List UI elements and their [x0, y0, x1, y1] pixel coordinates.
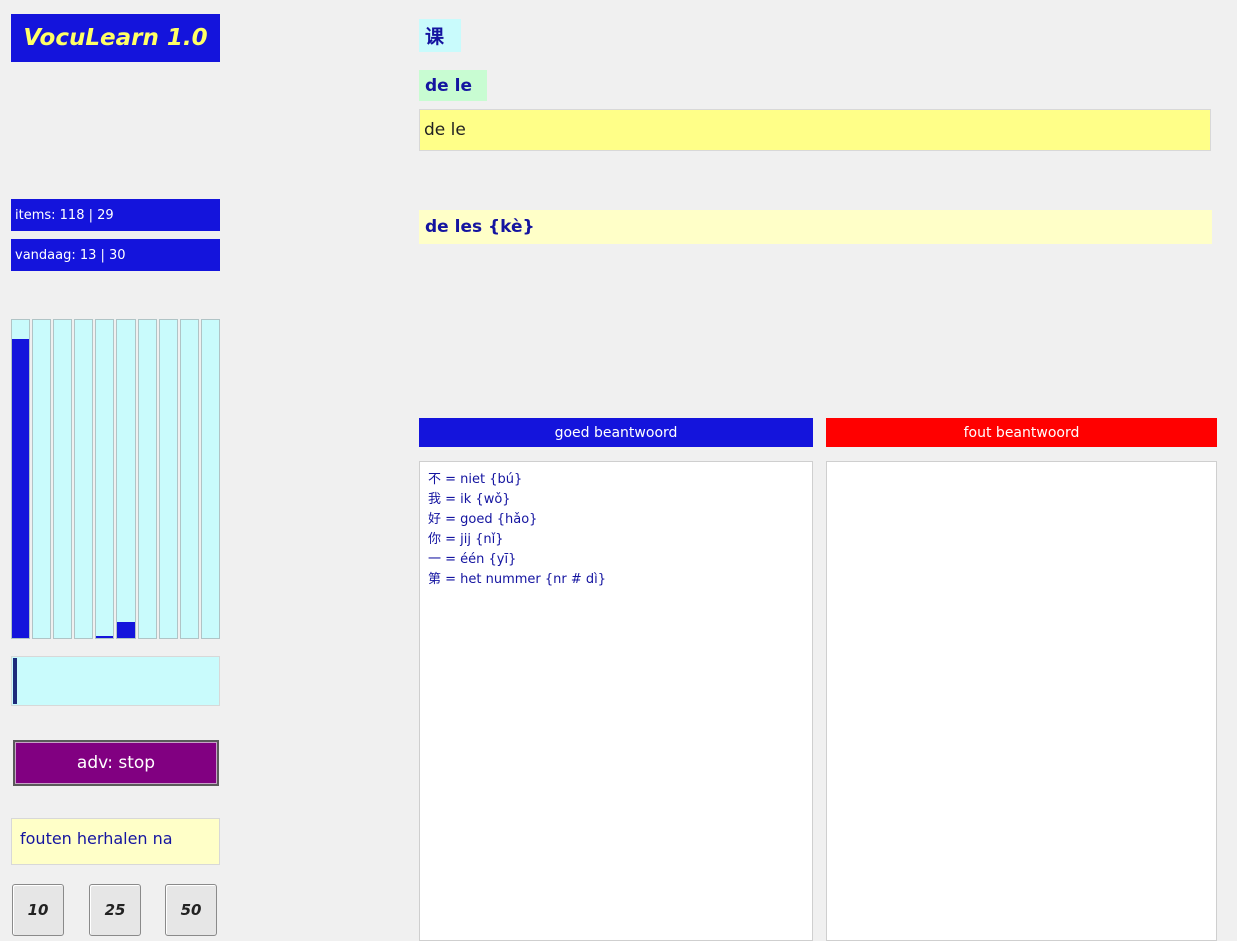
question-hanzi: 课	[419, 19, 461, 52]
histogram-bar	[96, 636, 114, 638]
level-histogram	[11, 319, 220, 639]
wrong-header: fout beantwoord	[826, 418, 1217, 447]
histogram-bin	[116, 319, 136, 639]
adv-stop-button[interactable]: adv: stop	[13, 740, 219, 786]
solution-text: de les {kè}	[419, 210, 1212, 244]
progress-fill	[13, 658, 18, 704]
list-item: 好 = goed {hǎo}	[428, 512, 538, 527]
histogram-bin	[95, 319, 115, 639]
histogram-bin	[74, 319, 94, 639]
question-pinyin: de le	[419, 70, 487, 101]
histogram-bin	[158, 319, 178, 639]
app-title: VocuLearn 1.0	[11, 14, 220, 62]
correct-header: goed beantwoord	[419, 418, 813, 447]
histogram-bin	[179, 319, 199, 639]
answer-input[interactable]: de le	[419, 109, 1211, 151]
today-counter: vandaag: 13 | 30	[11, 239, 220, 271]
histogram-bin	[53, 319, 73, 639]
repeat-25-button[interactable]: 25	[89, 884, 141, 936]
histogram-bar	[12, 339, 30, 638]
repeat-50-button[interactable]: 50	[165, 884, 217, 936]
list-item: 不 = niet {bú}	[428, 472, 523, 487]
items-counter: items: 118 | 29	[11, 199, 220, 231]
histogram-bin	[137, 319, 157, 639]
wrong-answers-list[interactable]	[826, 461, 1217, 941]
correct-answers-list[interactable]: 不 = niet {bú} 我 = ik {wǒ} 好 = goed {hǎo} 你 …	[419, 461, 813, 941]
list-item: 一 = één {yī}	[428, 552, 517, 567]
histogram-bin	[11, 319, 31, 639]
list-item: 我 = ik {wǒ}	[428, 492, 511, 507]
repeat-errors-label: fouten herhalen na	[11, 818, 220, 865]
histogram-bin	[32, 319, 52, 639]
histogram-bar	[117, 622, 135, 638]
session-progress-bar	[11, 656, 220, 706]
repeat-10-button[interactable]: 10	[12, 884, 64, 936]
histogram-bin	[200, 319, 220, 639]
list-item: 你 = jij {nǐ}	[428, 532, 504, 547]
list-item: 第 = het nummer {nr # dì}	[428, 572, 607, 587]
